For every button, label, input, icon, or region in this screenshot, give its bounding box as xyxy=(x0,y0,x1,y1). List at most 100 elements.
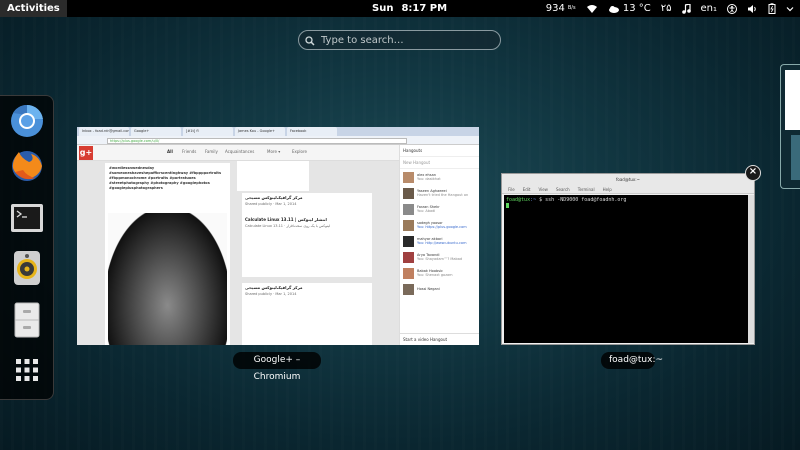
gplus-post-card: مرکز گرافیک‌لینوکس مسیحی Shared publicly… xyxy=(242,193,372,277)
speaker-icon xyxy=(11,250,43,290)
gplus-photo-post: #wordlessnwednesday #someoneshaveshepaff… xyxy=(105,163,230,345)
browser-tab-strip: Inbox - foad.rdr@gmail.com Google+ [#1t]… xyxy=(77,127,479,136)
contact-status: You: Abadi xyxy=(417,209,436,213)
hangouts-new: New Hangout xyxy=(400,157,479,169)
contact-status: You: https://plus.google.com xyxy=(417,225,467,229)
network-speed-value: 934 xyxy=(545,3,565,14)
browser-tab: Inbox - foad.rdr@gmail.com xyxy=(79,127,129,136)
browser-tab: Google+ xyxy=(131,127,181,136)
hangout-contact: Hossi Negani xyxy=(400,281,479,297)
power-menu-icon[interactable] xyxy=(786,5,794,13)
avatar xyxy=(403,235,414,247)
browser-url-bar: https://plus.google.com/u/0/ xyxy=(107,137,407,144)
dash-item-firefox[interactable] xyxy=(7,148,47,188)
start-video-hangout: Start a video Hangout xyxy=(400,333,479,345)
dash xyxy=(0,95,54,400)
terminal-output: foad@tux:~ $ ssh -ND9000 foad@foadnh.org xyxy=(504,195,749,343)
hangout-contact: Farzan Shekr You: Abadi xyxy=(400,201,479,217)
terminal-menu-item: Search xyxy=(555,187,570,192)
search-bar[interactable] xyxy=(298,30,501,50)
dash-item-rhythmbox[interactable] xyxy=(7,250,47,290)
gplus-nav-acquaintances: Acquaintances xyxy=(225,149,255,154)
terminal-cursor xyxy=(506,203,509,208)
workspace-thumbnail[interactable] xyxy=(780,64,800,189)
clock-day: Sun xyxy=(372,3,394,14)
terminal-menu-item: Terminal xyxy=(577,187,595,192)
hangouts-panel: Hangouts New Hangout alex ehsan You: dast… xyxy=(399,145,479,345)
post-hashtags: #wordlessnwednesday #someoneshaveshepaff… xyxy=(109,166,222,190)
search-icon xyxy=(305,31,315,50)
card-text: Shared publicly · Mar 1, 2014 xyxy=(245,292,297,296)
hangout-contact: Arya Tavandi You: Shayadam™? Mabad xyxy=(400,249,479,265)
avatar xyxy=(403,219,414,231)
dash-item-chromium[interactable] xyxy=(7,103,47,143)
terminal-command: $ ssh -ND9000 foad@foadnh.org xyxy=(539,197,627,203)
network-speed[interactable]: 934 B/s xyxy=(546,3,576,14)
dash-item-files[interactable] xyxy=(7,302,47,342)
browser-tab: [#1t] fl xyxy=(183,127,233,136)
card-title: مرکز گرافیک‌لینوکس مسیحی xyxy=(245,195,303,200)
terminal-menu-item: Edit xyxy=(522,187,531,192)
hangout-contact: Yaseen Aghaeeei Haven't tried the Hangout… xyxy=(400,185,479,201)
weather-temperature: 13 °C xyxy=(622,3,651,14)
wifi-icon[interactable] xyxy=(586,4,598,14)
hangout-contact: sadegh yoosor You: https://plus.google.co… xyxy=(400,217,479,233)
clock[interactable]: Sun 8:17 PM xyxy=(372,0,455,17)
close-window-button[interactable]: × xyxy=(745,165,761,181)
workspace-window-thumb xyxy=(785,70,800,130)
gplus-nav-family: Family xyxy=(205,149,218,154)
hangout-contact: Babak Hoobsic You: Shenaxt gozam xyxy=(400,265,479,281)
card-text: Calculate Linux 13.11 · لینوکس با یک روی… xyxy=(245,224,331,228)
window-preview-chromium[interactable]: Inbox - foad.rdr@gmail.com Google+ [#1t]… xyxy=(77,127,479,345)
contact-status: You: http://www.ubuntu.com xyxy=(417,241,467,245)
terminal-icon xyxy=(10,201,44,239)
avatar xyxy=(403,267,414,279)
activities-button[interactable]: Activities xyxy=(0,0,67,17)
terminal-menubar: File Edit View Search Terminal Help xyxy=(502,186,754,194)
battery-icon[interactable] xyxy=(768,3,776,14)
hangout-contact: mahyar akbari You: http://www.ubuntu.com xyxy=(400,233,479,249)
terminal-scrollbar xyxy=(748,195,754,343)
card-text: Shared publicly · Mar 1, 2014 xyxy=(245,202,297,206)
hangout-contact: alex ehsan You: dastkhat xyxy=(400,169,479,185)
gplus-nav-all: All xyxy=(167,149,173,154)
top-bar: Activities Sun 8:17 PM 934 B/s 13 °C ۲۵ e… xyxy=(0,0,800,17)
system-tray: 934 B/s 13 °C ۲۵ en₁ xyxy=(546,0,794,17)
chromium-icon xyxy=(9,103,45,143)
card-title: مرکز گرافیک‌لینوکس مسیحی xyxy=(245,285,303,290)
volume-icon[interactable] xyxy=(747,4,758,14)
dash-item-terminal[interactable] xyxy=(7,200,47,240)
avatar xyxy=(403,203,414,215)
show-applications-button[interactable] xyxy=(7,352,47,392)
contact-status: Haven't tried the Hangout on xyxy=(417,193,469,197)
browser-toolbar: https://plus.google.com/u/0/ xyxy=(77,136,479,145)
window-label-chromium: Google+ – Chromium xyxy=(233,352,321,382)
search-input[interactable] xyxy=(321,34,491,46)
gplus-post-card: مرکز گرافیک‌لینوکس مسیحی Shared publicly… xyxy=(242,283,372,345)
browser-tab: James Kou - Google+ xyxy=(235,127,285,136)
share-box xyxy=(237,161,309,191)
card-title: Calculate Linux 13.11 | انتشار لینوکس xyxy=(245,217,327,222)
avatar xyxy=(403,251,414,263)
keyboard-layout[interactable]: en₁ xyxy=(701,3,718,14)
music-icon[interactable] xyxy=(681,3,691,14)
contact-status: You: Shenaxt gozam xyxy=(417,273,453,277)
terminal-menu-item: Help xyxy=(602,187,612,192)
terminal-path: :~ xyxy=(530,197,537,203)
terminal-titlebar: foad@tux:~ xyxy=(502,174,754,186)
contact-status: You: Shayadam™? Mabad xyxy=(417,257,463,261)
hangouts-header: Hangouts xyxy=(400,145,479,157)
browser-tab: Facebook xyxy=(287,127,337,136)
avatar xyxy=(403,171,414,183)
firefox-icon xyxy=(9,148,45,188)
gplus-logo-icon: g+ xyxy=(79,146,93,160)
accessibility-icon[interactable] xyxy=(727,3,737,14)
gplus-nav-friends: Friends xyxy=(182,149,197,154)
weather-indicator[interactable]: 13 °C xyxy=(608,3,651,14)
workspace-window-thumb xyxy=(791,135,800,180)
window-preview-terminal[interactable]: foad@tux:~ File Edit View Search Termina… xyxy=(501,173,755,345)
network-speed-unit: B/s xyxy=(567,5,576,11)
post-photo xyxy=(108,213,227,345)
persian-date[interactable]: ۲۵ xyxy=(661,3,672,14)
contact-name: Hossi Negani xyxy=(417,286,440,291)
